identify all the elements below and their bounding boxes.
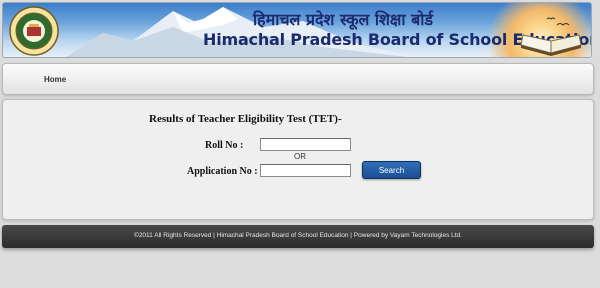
- nav-home-link[interactable]: Home: [44, 75, 66, 84]
- footer-bar: ©2011 All Rights Reserved | Himachal Pra…: [2, 225, 594, 248]
- application-no-label: Application No :: [187, 166, 258, 177]
- copyright-text: ©2011 All Rights Reserved | Himachal Pra…: [134, 232, 462, 239]
- result-search-panel: Results of Teacher Eligibility Test (TET…: [2, 99, 594, 220]
- hpbose-logo-icon: [9, 6, 59, 56]
- roll-no-label: Roll No :: [205, 140, 244, 151]
- roll-no-input[interactable]: [260, 138, 351, 151]
- nav-bar: Home: [2, 63, 594, 95]
- open-book-icon: [520, 17, 582, 56]
- page-title: Results of Teacher Eligibility Test (TET…: [149, 113, 342, 125]
- or-separator: OR: [294, 152, 306, 161]
- board-title-hindi: हिमाचल प्रदेश स्कूल शिक्षा बोर्ड: [253, 10, 433, 29]
- application-no-input[interactable]: [260, 164, 351, 177]
- header-banner: हिमाचल प्रदेश स्कूल शिक्षा बोर्ड Himacha…: [2, 2, 592, 58]
- search-button[interactable]: Search: [362, 161, 421, 179]
